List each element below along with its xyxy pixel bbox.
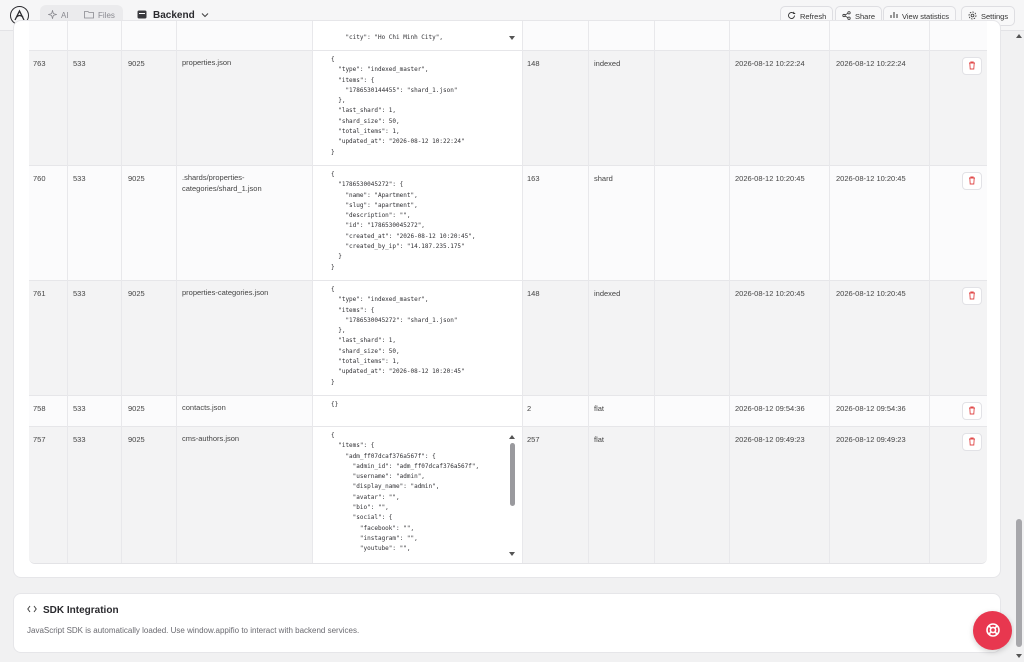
- cell-type: flat: [594, 404, 605, 413]
- page-scroll-down[interactable]: [1016, 654, 1022, 658]
- cell-id: 763: [33, 59, 46, 68]
- cell-created: 2026-08-12 10:22:24: [735, 59, 805, 68]
- page-scrollbar-thumb[interactable]: [1016, 519, 1022, 647]
- cell-type: shard: [594, 174, 613, 183]
- delete-button[interactable]: [962, 433, 982, 451]
- cell-size: 163: [527, 174, 540, 183]
- json-scroll-down[interactable]: [509, 552, 515, 556]
- table-row: 761 533 9025 properties-categories.json …: [29, 280, 987, 395]
- code-icon: [27, 605, 37, 616]
- cell-app: 9025: [128, 174, 145, 183]
- json-scrollbar-thumb[interactable]: [510, 443, 515, 506]
- cell-id: 760: [33, 174, 46, 183]
- help-button[interactable]: [973, 611, 1012, 650]
- cell-path: cms-authors.json: [182, 434, 240, 443]
- cell-updated: 2026-08-12 09:49:23: [836, 435, 906, 444]
- cell-owner: 533: [73, 435, 86, 444]
- cell-path: contacts.json: [182, 403, 226, 412]
- page-scrollbar[interactable]: [1014, 31, 1024, 662]
- sdk-integration-card: SDK Integration JavaScript SDK is automa…: [13, 593, 1001, 653]
- cell-app: 9025: [128, 404, 145, 413]
- json-scroll-up[interactable]: [509, 435, 515, 439]
- cell-updated: 2026-08-12 10:22:24: [836, 59, 906, 68]
- page-scroll-up[interactable]: [1016, 34, 1022, 38]
- json-content: {}: [331, 401, 339, 408]
- cell-id: 758: [33, 404, 46, 413]
- table-row: 760 533 9025 .shards/properties-categori…: [29, 165, 987, 280]
- cell-owner: 533: [73, 59, 86, 68]
- trash-icon: [968, 61, 976, 72]
- table-row: 758 533 9025 contacts.json {} 2 flat 202…: [29, 395, 987, 426]
- cell-path: .shards/properties-categories/shard_1.js…: [182, 173, 262, 193]
- table-row: 757 533 9025 cms-authors.json { "items":…: [29, 426, 987, 563]
- cell-app: 9025: [128, 59, 145, 68]
- delete-button[interactable]: [962, 172, 982, 190]
- tab-ai-label: AI: [61, 11, 69, 20]
- cell-app: 9025: [128, 435, 145, 444]
- trash-icon: [968, 176, 976, 187]
- json-content: { "type": "indexed_master", "items": { "…: [331, 56, 465, 156]
- json-content: { "items": { "adm_ff07dcaf376a567f": { "…: [331, 432, 480, 553]
- json-content: { "type": "indexed_master", "items": { "…: [331, 286, 465, 386]
- cell-created: 2026-08-12 09:49:23: [735, 435, 805, 444]
- trash-icon: [968, 437, 976, 448]
- cell-path: properties.json: [182, 58, 232, 67]
- sdk-title: SDK Integration: [27, 605, 119, 616]
- cell-app: 9025: [128, 289, 145, 298]
- cell-size: 148: [527, 59, 540, 68]
- cell-owner: 533: [73, 404, 86, 413]
- table-row: "city": "Ho Chi Minh City",: [29, 21, 987, 50]
- cell-size: 257: [527, 435, 540, 444]
- cell-type: flat: [594, 435, 605, 444]
- cell-updated: 2026-08-12 09:54:36: [836, 404, 906, 413]
- cell-updated: 2026-08-12 10:20:45: [836, 174, 906, 183]
- lifebuoy-icon: [985, 622, 1001, 640]
- trash-icon: [968, 291, 976, 302]
- sdk-description: JavaScript SDK is automatically loaded. …: [27, 626, 360, 635]
- cell-path: properties-categories.json: [182, 288, 269, 297]
- cell-size: 148: [527, 289, 540, 298]
- delete-button[interactable]: [962, 287, 982, 305]
- cell-owner: 533: [73, 174, 86, 183]
- storage-table: "city": "Ho Chi Minh City", 763 533 9025…: [29, 21, 987, 564]
- cell-size: 2: [527, 404, 532, 413]
- tab-files-label: Files: [98, 11, 115, 20]
- json-content: { "1786530045272": { "name": "Apartment"…: [331, 171, 476, 271]
- cell-created: 2026-08-12 09:54:36: [735, 404, 805, 413]
- delete-button[interactable]: [962, 402, 982, 420]
- delete-button[interactable]: [962, 57, 982, 75]
- storage-table-card: "city": "Ho Chi Minh City", 763 533 9025…: [13, 20, 1001, 578]
- json-scroll-down[interactable]: [509, 36, 515, 40]
- cell-owner: 533: [73, 289, 86, 298]
- cell-id: 757: [33, 435, 46, 444]
- sdk-title-text: SDK Integration: [43, 605, 119, 616]
- cell-type: indexed: [594, 289, 621, 298]
- cell-id: 761: [33, 289, 46, 298]
- table-row: 763 533 9025 properties.json { "type": "…: [29, 50, 987, 165]
- cell-updated: 2026-08-12 10:20:45: [836, 289, 906, 298]
- cell-created: 2026-08-12 10:20:45: [735, 174, 805, 183]
- json-content: "city": "Ho Chi Minh City",: [331, 34, 443, 41]
- trash-icon: [968, 406, 976, 417]
- cell-type: indexed: [594, 59, 621, 68]
- cell-created: 2026-08-12 10:20:45: [735, 289, 805, 298]
